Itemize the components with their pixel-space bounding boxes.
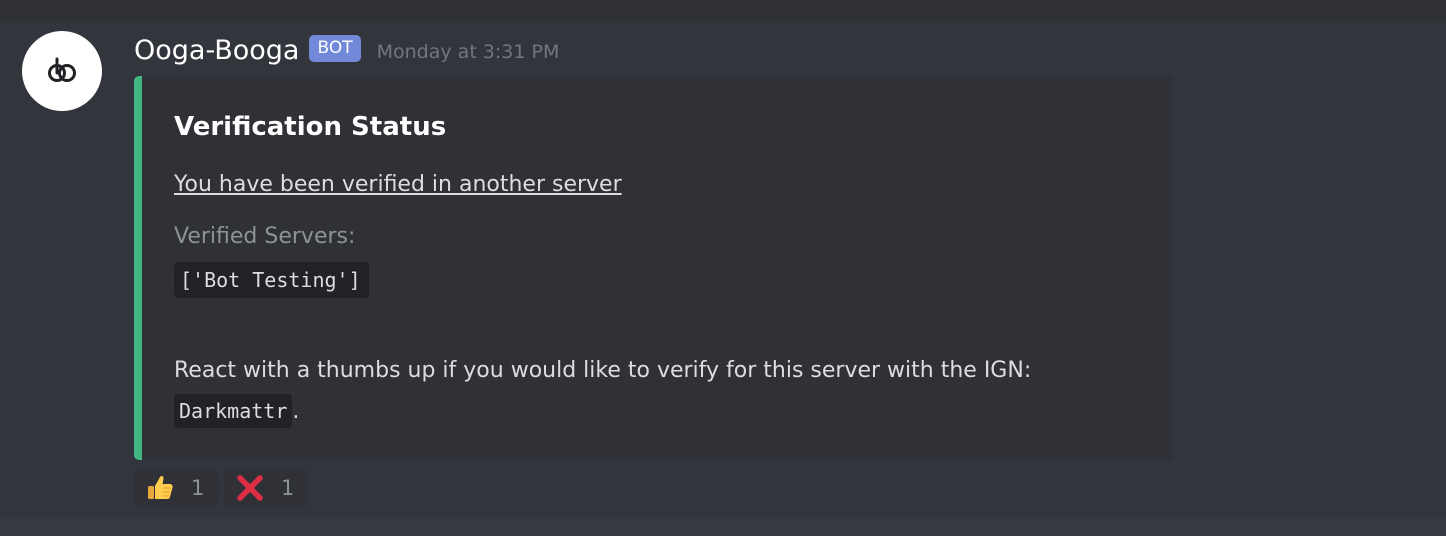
embed-title: Verification Status: [174, 112, 447, 142]
reactions-bar: 1 1: [134, 468, 309, 508]
message-timestamp[interactable]: Monday at 3:31 PM: [377, 41, 560, 63]
reaction-cross-mark[interactable]: 1: [224, 468, 309, 508]
embed-field-value-code: ['Bot Testing']: [174, 262, 369, 298]
message-header: Ooga-Booga BOT Monday at 3:31 PM: [134, 30, 559, 70]
previous-message-edge: [0, 0, 1446, 22]
reaction-count: 1: [281, 476, 295, 500]
bot-logo-icon: [48, 57, 76, 82]
author-username[interactable]: Ooga-Booga: [134, 35, 299, 66]
embed-description-link[interactable]: You have been verified in another server: [174, 172, 622, 197]
thumbs-up-icon: [145, 473, 175, 503]
cross-mark-icon: [235, 473, 265, 503]
ign-code: Darkmattr: [174, 394, 293, 428]
embed-react-instruction: React with a thumbs up if you would like…: [174, 358, 1032, 383]
embed-ign-line: Darkmattr.: [174, 394, 299, 428]
bot-avatar[interactable]: [22, 31, 102, 111]
ign-suffix: .: [292, 398, 300, 424]
message-list-background: [0, 518, 1446, 536]
embed-field-name: Verified Servers:: [174, 224, 356, 249]
bot-tag-badge: BOT: [309, 34, 361, 62]
reaction-thumbs-up[interactable]: 1: [134, 468, 219, 508]
reaction-count: 1: [191, 476, 205, 500]
verification-embed: Verification Status You have been verifi…: [134, 76, 1173, 460]
